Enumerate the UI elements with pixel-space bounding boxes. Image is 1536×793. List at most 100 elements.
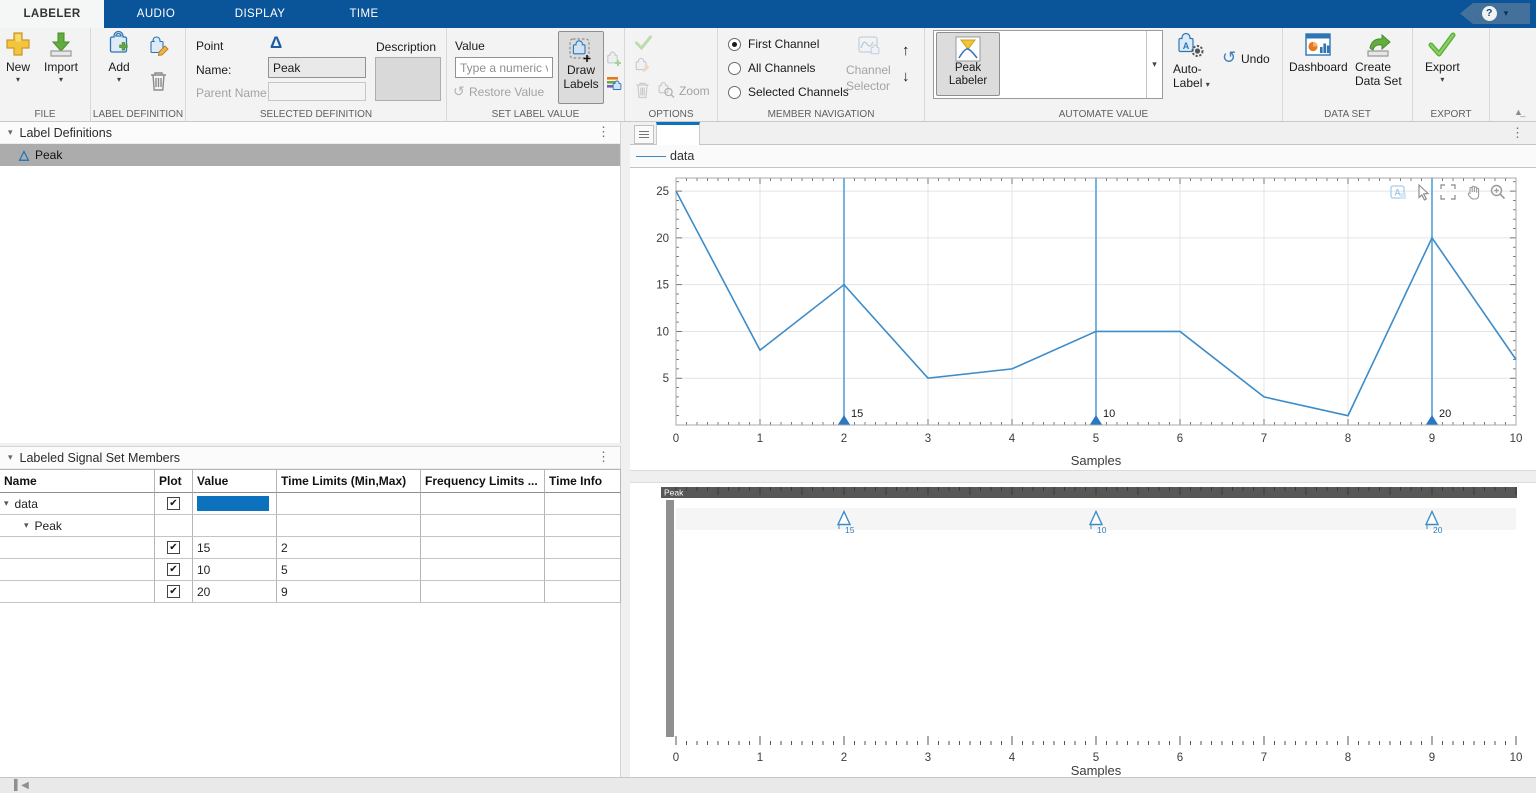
plot-checkbox[interactable]: ✔ — [167, 563, 180, 576]
add-label-button[interactable]: Add ▾ — [105, 30, 133, 84]
legend-row: data — [630, 145, 1536, 168]
plot-checkbox[interactable]: ✔ — [167, 541, 180, 554]
display-tab[interactable] — [656, 122, 700, 145]
collapse-panel-icon[interactable]: ▾ — [8, 452, 13, 463]
tab-audio[interactable]: AUDIO — [104, 0, 208, 28]
tree-collapse-icon[interactable]: ▾ — [24, 520, 29, 531]
gallery-dropdown-button[interactable]: ▾ — [1146, 31, 1162, 98]
next-member-button[interactable]: ↓ — [902, 68, 910, 85]
status-bar: ▌◀ — [0, 777, 1536, 793]
svg-text:3: 3 — [925, 433, 931, 445]
new-button[interactable]: New ▾ — [4, 30, 32, 84]
value-input[interactable] — [455, 57, 553, 78]
collapse-left-panel-icon[interactable]: ▌◀ — [14, 780, 29, 791]
col-name[interactable]: Name — [0, 469, 155, 493]
create-data-set-button[interactable]: Create Data Set — [1355, 32, 1402, 88]
row-name: Peak — [35, 519, 62, 533]
svg-text:2: 2 — [841, 433, 847, 445]
peak-labeler-button[interactable]: Peak Labeler — [936, 32, 1000, 96]
tab-labeler[interactable]: LABELER — [0, 0, 104, 28]
label-definition-item-peak[interactable]: △ Peak — [0, 144, 620, 166]
chevron-down-icon: ▾ — [1504, 8, 1509, 19]
edit-label-icon[interactable] — [147, 36, 169, 58]
col-time-limits[interactable]: Time Limits (Min,Max) — [277, 469, 421, 493]
col-plot[interactable]: Plot — [155, 469, 193, 493]
signal-plot[interactable]: 012345678910510152025151020Samples A — [630, 168, 1536, 470]
tab-display[interactable]: DISPLAY — [208, 0, 312, 28]
tree-collapse-icon[interactable]: ▾ — [4, 498, 9, 509]
svg-text:0: 0 — [673, 752, 679, 764]
channel-selector-label-1: Channel — [846, 63, 891, 77]
label-band[interactable] — [661, 487, 1517, 498]
section-file: New ▾ Import ▾ FILE — [0, 28, 91, 121]
plot-checkbox[interactable]: ✔ — [167, 497, 180, 510]
auto-label-button[interactable]: A Auto- Label ▾ — [1173, 32, 1210, 90]
svg-text:Samples: Samples — [1071, 453, 1122, 468]
edit-labels-icon: A — [1391, 186, 1406, 199]
chart-splitter[interactable] — [630, 470, 1536, 483]
radio-all-channels[interactable]: All Channels — [728, 61, 815, 75]
delta-icon: Δ — [270, 33, 282, 53]
selected-value-cell[interactable] — [197, 496, 269, 511]
name-field[interactable] — [268, 57, 366, 78]
display-menu-icon[interactable]: ⋮ — [1511, 125, 1524, 141]
panel-menu-icon[interactable]: ⋮ — [597, 449, 610, 465]
zoom-label-icon — [657, 81, 675, 99]
table-row[interactable]: ✔209 — [0, 581, 620, 603]
peak-marker[interactable] — [1426, 415, 1438, 425]
svg-text:7: 7 — [1261, 752, 1267, 764]
label-list-icon[interactable] — [606, 75, 623, 91]
previous-member-button[interactable]: ↑ — [902, 42, 910, 59]
help-button[interactable]: ? ▾ — [1460, 3, 1530, 24]
col-value[interactable]: Value — [193, 469, 277, 493]
restore-value-button: Restore Value — [469, 85, 544, 99]
add-label-tag-icon — [105, 30, 133, 58]
toolstrip-tabbar: LABELER AUDIO DISPLAY TIME ? ▾ — [0, 0, 1536, 28]
svg-text:15: 15 — [851, 408, 863, 420]
table-row[interactable]: ▾data✔ — [0, 493, 620, 515]
draw-labels-button[interactable]: Draw Labels — [558, 31, 604, 104]
col-frequency-limits[interactable]: Frequency Limits ... — [421, 469, 545, 493]
add-label-value-icon — [606, 51, 622, 67]
peak-label-strip[interactable]: Peak151020012345678910Samples — [630, 483, 1536, 777]
dashboard-button[interactable]: Dashboard — [1289, 32, 1348, 74]
peak-marker[interactable] — [1090, 415, 1102, 425]
table-row[interactable]: ✔105 — [0, 559, 620, 581]
import-button[interactable]: Import ▾ — [44, 30, 78, 84]
svg-text:10: 10 — [1510, 433, 1523, 445]
peak-marker[interactable] — [838, 415, 850, 425]
chevron-down-icon: ▾ — [16, 76, 20, 84]
section-options: Zoom OPTIONS — [625, 28, 718, 121]
vertical-scrollbar[interactable] — [666, 500, 674, 737]
band-label: Peak — [664, 488, 684, 498]
fit-view-icon — [1441, 185, 1455, 199]
collapse-ribbon-button[interactable]: ▲̲ — [1514, 107, 1528, 117]
collapse-panel-icon[interactable]: ▾ — [8, 127, 13, 138]
signal-display-panel: ⋮ data 012345678910510152025151020Sample… — [630, 122, 1536, 777]
panel-menu-icon[interactable]: ⋮ — [597, 124, 610, 140]
display-list-icon[interactable] — [634, 125, 654, 144]
members-header: ▾ Labeled Signal Set Members ⋮ — [0, 447, 620, 469]
table-row[interactable]: ✔152 — [0, 537, 620, 559]
description-label: Description — [376, 40, 436, 54]
axes-toolbar[interactable]: A — [1391, 185, 1505, 200]
undo-button[interactable]: Undo — [1241, 52, 1270, 66]
radio-first-channel[interactable]: First Channel — [728, 37, 819, 51]
delete-label-icon[interactable] — [149, 70, 168, 92]
svg-text:10: 10 — [1103, 408, 1115, 420]
channel-selector-label-2: Selector — [846, 79, 890, 93]
undo-icon[interactable]: ↺ — [1222, 48, 1236, 68]
export-button[interactable]: Export ▾ — [1425, 32, 1460, 84]
svg-text:10: 10 — [1097, 525, 1107, 535]
table-row[interactable]: ▾ Peak — [0, 515, 620, 537]
description-field[interactable] — [375, 57, 441, 101]
plot-checkbox[interactable]: ✔ — [167, 585, 180, 598]
labeled-signal-set-members-panel: ▾ Labeled Signal Set Members ⋮ Name Plot… — [0, 446, 621, 777]
section-label-definition: Add ▾ LABEL DEFINITION — [91, 28, 186, 121]
radio-selected-channels[interactable]: Selected Channels — [728, 85, 849, 99]
tab-time[interactable]: TIME — [312, 0, 416, 28]
restore-value-icon: ↺ — [453, 83, 465, 100]
col-time-info[interactable]: Time Info — [545, 469, 621, 493]
svg-text:9: 9 — [1429, 752, 1435, 764]
svg-text:20: 20 — [1439, 408, 1451, 420]
